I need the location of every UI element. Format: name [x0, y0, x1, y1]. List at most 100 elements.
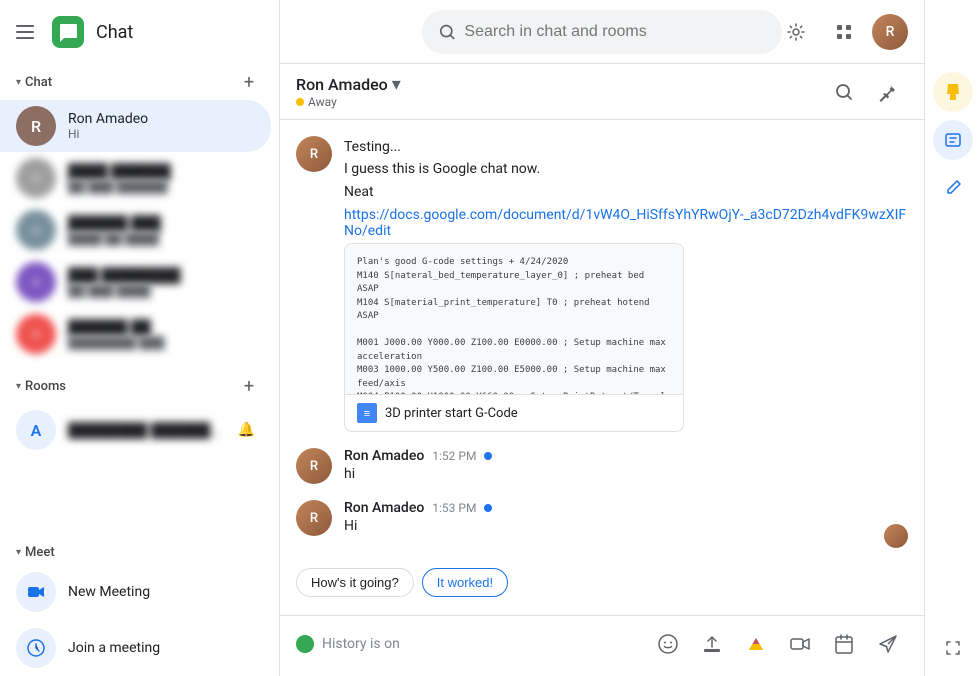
meet-chevron-icon: ▾: [16, 547, 21, 558]
input-area: History is on: [280, 615, 924, 676]
join-meeting-label: Join a meeting: [68, 640, 160, 656]
msg-text-3: Hi: [344, 518, 872, 534]
add-chat-button[interactable]: +: [235, 68, 263, 96]
chat-chevron-icon: ▾: [16, 77, 21, 88]
upload-button[interactable]: [692, 624, 732, 664]
right-panel-expand-icon[interactable]: [933, 628, 973, 668]
send-button[interactable]: [868, 624, 908, 664]
chat-item-5[interactable]: ● ██████ ██ ████████ ███: [0, 308, 271, 360]
msg-sender-3: Ron Amadeo: [344, 500, 424, 516]
avatar: R: [16, 106, 56, 146]
chat-pin-button[interactable]: [868, 72, 908, 112]
room-name: ████████ ████████████: [68, 422, 226, 439]
input-field-container: History is on: [296, 635, 640, 653]
rooms-section-header[interactable]: ▾ Rooms +: [0, 368, 279, 404]
doc-preview-body: Plan's good G-code settings + 4/24/2020 …: [345, 244, 683, 394]
main-topbar: Active ▾ R: [280, 0, 924, 64]
drive-button[interactable]: [736, 624, 776, 664]
add-room-button[interactable]: +: [235, 372, 263, 400]
chat-info: Ron Amadeo Hi: [68, 111, 255, 141]
chat-item-ron-amadeo[interactable]: R Ron Amadeo Hi: [0, 100, 271, 152]
meet-section: ▾ Meet New Meeting Join a meeting: [0, 541, 279, 676]
room-info: ████████ ████████████: [68, 422, 226, 439]
right-panel-tasks-icon[interactable]: [933, 120, 973, 160]
rooms-section: ▾ Rooms + A ████████ ████████████ 🔔: [0, 368, 279, 456]
status-away-dot: [296, 98, 304, 106]
chat-info: ███ ████████ ██ ███ ████: [68, 267, 255, 298]
rooms-chevron-icon: ▾: [16, 381, 21, 392]
chat-item-4[interactable]: ● ███ ████████ ██ ███ ████: [0, 256, 271, 308]
history-label: History is on: [322, 636, 640, 652]
msg-content-1: Testing... I guess this is Google chat n…: [344, 136, 908, 432]
msg-content-3: Ron Amadeo 1:53 PM Hi: [344, 500, 872, 534]
msg-avatar-2: R: [296, 448, 332, 484]
input-toolbar: [648, 624, 908, 664]
join-meeting-item[interactable]: Join a meeting: [0, 620, 279, 676]
avatar: ●: [16, 262, 56, 302]
video-button[interactable]: [780, 624, 820, 664]
hamburger-menu-icon[interactable]: [16, 20, 40, 44]
app-title: Chat: [96, 22, 133, 43]
avatar: ●: [16, 314, 56, 354]
msg-header-2: Ron Amadeo 1:52 PM: [344, 448, 908, 464]
msg-text-google: I guess this is Google chat now.: [344, 158, 908, 180]
chat-name: ██████ ███: [68, 215, 255, 232]
app-logo-icon: [52, 16, 84, 48]
chat-section: ▾ Chat + R Ron Amadeo Hi ● ████ ██████: [0, 64, 279, 360]
meet-section-header[interactable]: ▾ Meet: [0, 541, 279, 564]
chat-search-button[interactable]: [824, 72, 864, 112]
user-avatar[interactable]: R: [872, 14, 908, 50]
sidebar-header: Chat: [0, 0, 279, 64]
msg-avatar-3: R: [296, 500, 332, 536]
msg-online-indicator-3: [484, 504, 492, 512]
chat-section-header[interactable]: ▾ Chat +: [0, 64, 279, 100]
chat-recipient-name-row[interactable]: Ron Amadeo ▾: [296, 74, 401, 95]
right-panel-edit-icon[interactable]: [933, 168, 973, 208]
doc-preview-card[interactable]: Plan's good G-code settings + 4/24/2020 …: [344, 243, 684, 432]
msg-text-2: hi: [344, 466, 908, 482]
chip-it-worked[interactable]: It worked!: [422, 568, 508, 597]
chat-header-actions: [824, 72, 908, 112]
chat-preview: ██ ███ ████: [68, 284, 255, 298]
chat-info: ██████ ███ ████ ██ ████: [68, 215, 255, 246]
search-input[interactable]: [464, 23, 766, 41]
msg-avatar-1: R: [296, 136, 332, 172]
right-panel-keep-icon[interactable]: [933, 72, 973, 112]
search-container: [422, 10, 782, 54]
room-item-1[interactable]: A ████████ ████████████ 🔔: [0, 404, 271, 456]
doc-title-text: 3D printer start G-Code: [385, 406, 518, 421]
chat-recipient-info: Ron Amadeo ▾ Away: [296, 74, 401, 109]
chat-item-2[interactable]: ● ████ ██████ ██ ███ ██████: [0, 152, 271, 204]
chat-header: Ron Amadeo ▾ Away: [280, 64, 924, 120]
msg-text-testing: Testing...: [344, 136, 908, 158]
msg-time-3: 1:53 PM: [432, 501, 476, 515]
chat-name: Ron Amadeo: [68, 111, 255, 127]
chat-info: ██████ ██ ████████ ███: [68, 319, 255, 350]
msg-text-neat: Neat: [344, 181, 908, 203]
msg-doc-link[interactable]: https://docs.google.com/document/d/1vW4O…: [344, 207, 908, 239]
join-meeting-icon: [16, 628, 56, 668]
meet-section-label: Meet: [25, 545, 55, 560]
chat-recipient-status: Away: [296, 95, 401, 109]
doc-type-icon: ≡: [357, 403, 377, 423]
main-area: Active ▾ R Ron Am: [280, 0, 924, 676]
rooms-section-label: Rooms: [25, 379, 66, 394]
message-group-1: R Testing... I guess this is Google chat…: [296, 136, 908, 432]
chat-status-label: Away: [308, 95, 337, 109]
chat-item-3[interactable]: ● ██████ ███ ████ ██ ████: [0, 204, 271, 256]
msg-reaction-avatar: [884, 524, 908, 548]
msg-content-2: Ron Amadeo 1:52 PM hi: [344, 448, 908, 484]
search-icon: [438, 22, 456, 42]
new-meeting-item[interactable]: New Meeting: [0, 564, 279, 620]
msg-time-2: 1:52 PM: [432, 449, 476, 463]
emoji-button[interactable]: [648, 624, 688, 664]
right-panel: [924, 0, 980, 676]
settings-button[interactable]: [776, 12, 816, 52]
suggestion-chips: How's it going? It worked!: [296, 564, 908, 601]
doc-preview-footer: ≡ 3D printer start G-Code: [345, 394, 683, 431]
chip-hows-it-going[interactable]: How's it going?: [296, 568, 414, 597]
input-row: History is on: [296, 624, 908, 664]
messages-area: R Testing... I guess this is Google chat…: [280, 120, 924, 615]
apps-button[interactable]: [824, 12, 864, 52]
calendar-button[interactable]: [824, 624, 864, 664]
